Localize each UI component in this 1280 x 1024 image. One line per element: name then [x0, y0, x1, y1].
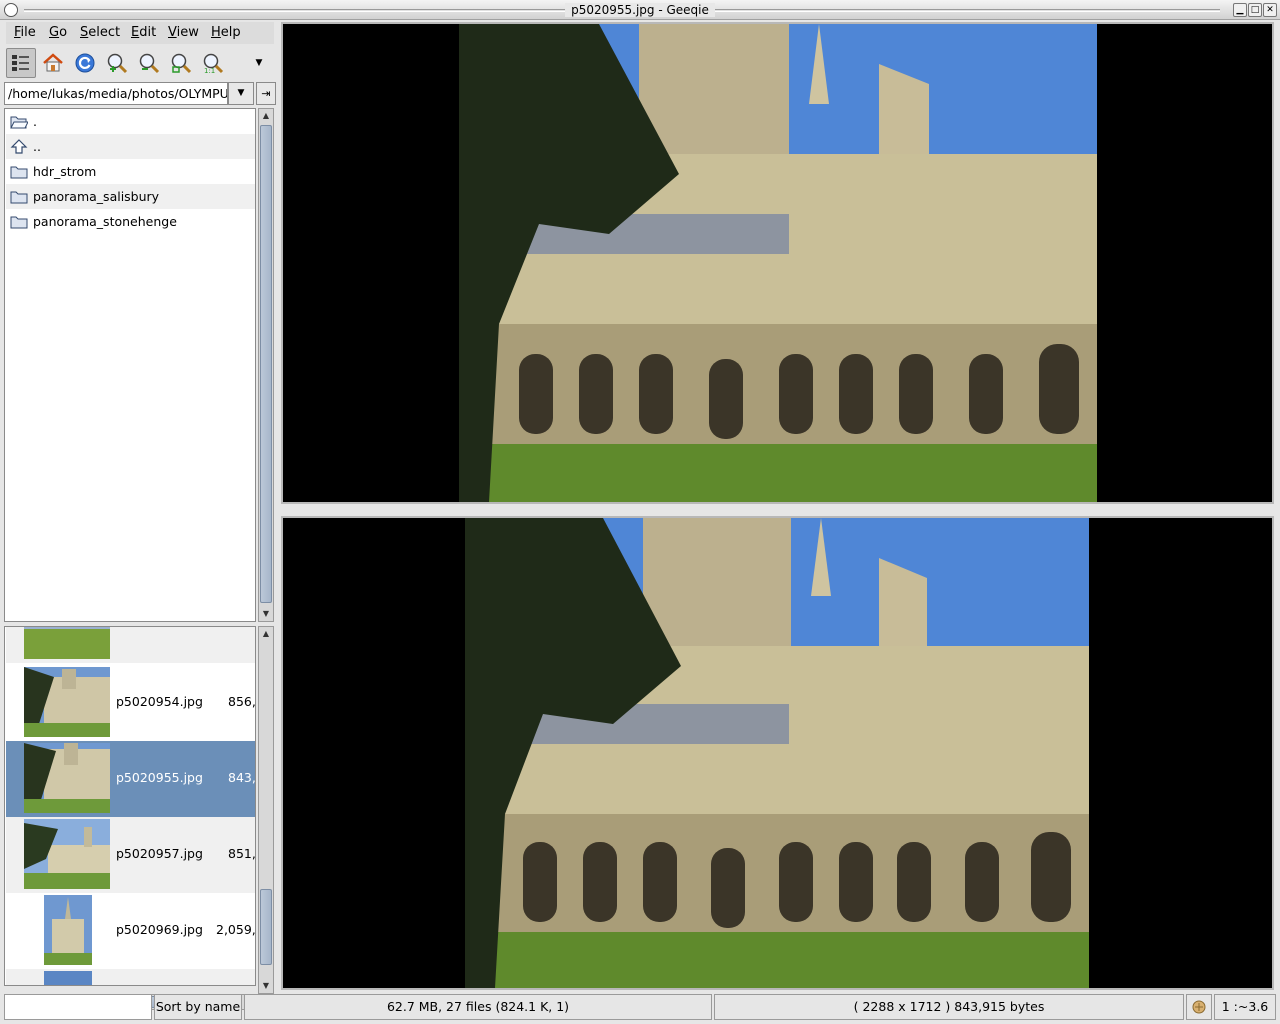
refresh-icon: [75, 53, 95, 73]
image-view-bottom[interactable]: [281, 516, 1274, 990]
status-bar: Sort by name 62.7 MB, 27 files (824.1 K,…: [0, 992, 1280, 1022]
file-size: 2,059,3: [216, 922, 255, 937]
file-list-scrollbar[interactable]: ▲ ▼: [258, 626, 274, 994]
menu-bar: File Go Select Edit View Help: [6, 22, 274, 44]
file-thumbnail: [44, 895, 92, 965]
directory-list[interactable]: . .. hdr_strom panorama_salisbury panora…: [4, 108, 256, 622]
menu-view[interactable]: View: [168, 25, 199, 40]
activity-icon: [1192, 1000, 1206, 1014]
toolbar: 1:1 ▼: [6, 48, 274, 78]
path-go-button[interactable]: ⇥: [256, 82, 276, 105]
window-title-area: p5020955.jpg - Geeqie: [0, 3, 1280, 17]
close-button[interactable]: ✕: [1263, 3, 1277, 17]
zoom-out-icon: [139, 53, 160, 74]
scrollbar-thumb[interactable]: [260, 889, 272, 965]
zoom-fit-icon: [171, 53, 192, 74]
zoom-level[interactable]: 1 :~3.6: [1214, 994, 1276, 1020]
sort-button[interactable]: Sort by name: [154, 994, 242, 1020]
path-history-dropdown[interactable]: ▼: [228, 82, 254, 105]
refresh-button[interactable]: [70, 48, 100, 78]
toolbar-overflow-button[interactable]: ▼: [244, 48, 274, 78]
file-row[interactable]: p5020954.jpg 856,4: [6, 665, 255, 741]
home-button[interactable]: [38, 48, 68, 78]
dir-row-panorama-salisbury[interactable]: panorama_salisbury: [6, 184, 255, 209]
file-name: p5020954.jpg: [116, 694, 203, 709]
menu-select[interactable]: Select: [80, 25, 120, 40]
thumbnails-toggle-button[interactable]: [6, 48, 36, 78]
image-splitter[interactable]: [281, 504, 1274, 516]
folder-icon: [10, 216, 28, 229]
home-icon: [43, 53, 63, 72]
scroll-up-icon[interactable]: ▲: [259, 627, 273, 641]
thumbnails-toggle-icon: [12, 55, 29, 71]
zoom-1-1-button[interactable]: 1:1: [198, 48, 228, 78]
window-titlebar[interactable]: p5020955.jpg - Geeqie ▁ □ ✕: [0, 0, 1280, 20]
photo-cathedral: [465, 518, 1089, 988]
file-size: 856,4: [228, 694, 255, 709]
file-size: 851,5: [228, 846, 255, 861]
menu-file[interactable]: File: [14, 25, 36, 40]
left-pane: File Go Select Edit View Help 1:1 ▼ /hom…: [0, 20, 276, 1010]
status-summary: 62.7 MB, 27 files (824.1 K, 1): [244, 994, 712, 1020]
file-row[interactable]: p5020957.jpg 851,5: [6, 817, 255, 893]
path-input[interactable]: /home/lukas/media/photos/OLYMPUS: [4, 82, 228, 105]
photo-cathedral: [459, 24, 1097, 502]
maximize-button[interactable]: □: [1248, 3, 1262, 17]
folder-icon: [10, 191, 28, 204]
zoom-1-1-icon: 1:1: [203, 53, 224, 74]
svg-text:1:1: 1:1: [204, 67, 215, 74]
file-name: p5020957.jpg: [116, 846, 203, 861]
dir-label: .: [33, 114, 37, 129]
file-thumbnail: [44, 971, 92, 985]
toolbar-overflow-icon: ▼: [255, 58, 263, 68]
scroll-down-icon[interactable]: ▼: [259, 607, 273, 621]
zoom-out-button[interactable]: [134, 48, 164, 78]
scroll-up-icon[interactable]: ▲: [259, 109, 273, 123]
status-progress-icon: [1186, 994, 1212, 1020]
dir-row-hdr-strom[interactable]: hdr_strom: [6, 159, 255, 184]
dir-label: hdr_strom: [33, 164, 97, 179]
file-thumbnail: [24, 667, 110, 737]
menu-help[interactable]: Help: [211, 25, 241, 40]
scroll-down-icon[interactable]: ▼: [259, 979, 273, 993]
file-row-selected[interactable]: p5020955.jpg 843,9: [6, 741, 255, 817]
folder-open-icon: [10, 116, 28, 129]
up-arrow-icon: [10, 139, 28, 154]
file-thumbnail: [24, 743, 110, 813]
file-list[interactable]: p5020954.jpg 856,4 p5020955.jpg 843,9 p5…: [4, 626, 256, 986]
file-name: p5020955.jpg: [116, 770, 203, 785]
go-arrow-icon: ⇥: [261, 87, 271, 100]
window-title: p5020955.jpg - Geeqie: [565, 3, 715, 17]
menu-go[interactable]: Go: [49, 25, 67, 40]
file-row-partial[interactable]: [6, 969, 255, 985]
path-bar: /home/lukas/media/photos/OLYMPUS ▼ ⇥: [4, 82, 276, 106]
file-row-partial[interactable]: [6, 627, 255, 663]
dir-label: panorama_stonehenge: [33, 214, 177, 229]
image-view-top[interactable]: [281, 22, 1274, 504]
menu-edit[interactable]: Edit: [131, 25, 156, 40]
file-thumbnail: [24, 819, 110, 889]
folder-icon: [10, 166, 28, 179]
file-name: p5020969.jpg: [116, 922, 203, 937]
file-size: 843,9: [228, 770, 255, 785]
zoom-in-icon: [107, 53, 128, 74]
minimize-button[interactable]: ▁: [1233, 3, 1247, 17]
file-row[interactable]: p5020969.jpg 2,059,3: [6, 893, 255, 969]
zoom-fit-button[interactable]: [166, 48, 196, 78]
chevron-down-icon: ▼: [237, 88, 245, 98]
dir-row-current[interactable]: .: [6, 109, 255, 134]
dir-list-scrollbar[interactable]: ▲ ▼: [258, 108, 274, 622]
status-image-info: ( 2288 x 1712 ) 843,915 bytes: [714, 994, 1184, 1020]
dir-label: ..: [33, 139, 41, 154]
scrollbar-thumb[interactable]: [260, 125, 272, 603]
dir-row-parent[interactable]: ..: [6, 134, 255, 159]
file-thumbnail: [24, 627, 110, 659]
zoom-in-button[interactable]: [102, 48, 132, 78]
filter-input[interactable]: [4, 994, 152, 1020]
dir-row-panorama-stonehenge[interactable]: panorama_stonehenge: [6, 209, 255, 234]
dir-label: panorama_salisbury: [33, 189, 160, 204]
